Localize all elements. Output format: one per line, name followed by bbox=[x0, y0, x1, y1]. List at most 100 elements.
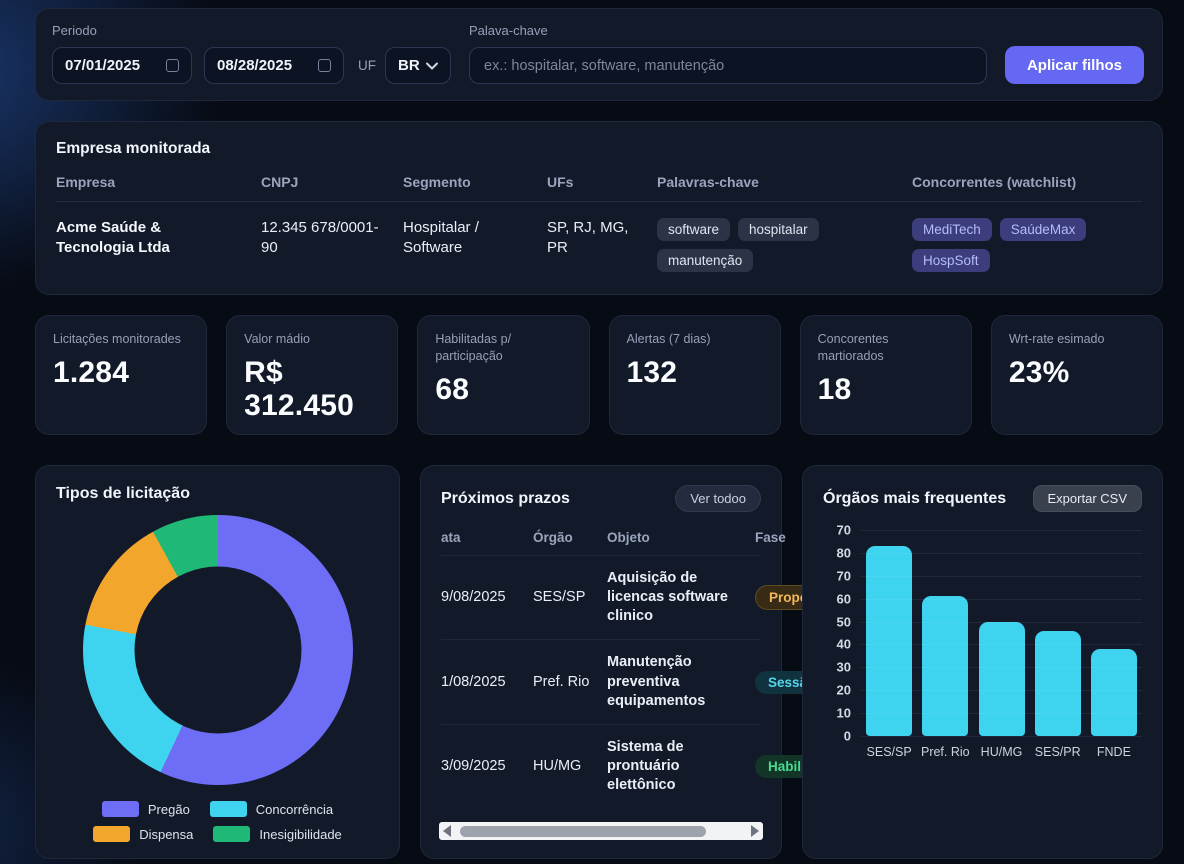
legend-label: Inesigibilidade bbox=[259, 827, 341, 842]
keyword-label: Palava-chave bbox=[469, 23, 987, 38]
bar bbox=[922, 596, 968, 736]
uf-label: UF bbox=[358, 58, 376, 73]
column-header-empresa: Empresa bbox=[56, 174, 261, 190]
calendar-icon[interactable] bbox=[318, 59, 331, 72]
gridline bbox=[861, 599, 1142, 600]
keyword-chip: manutenção bbox=[657, 249, 753, 272]
bar bbox=[866, 546, 912, 736]
uf-select[interactable]: BR bbox=[385, 47, 451, 84]
column-header-cnpj: CNPJ bbox=[261, 174, 403, 190]
x-tick-label: Pref. Rio bbox=[917, 745, 973, 759]
deadline-organ: HU/MG bbox=[533, 757, 601, 776]
table-row: 9/08/2025 SES/SP Aquisição de licencas sof… bbox=[441, 556, 761, 640]
bar bbox=[1091, 649, 1137, 736]
y-tick-label: 70 bbox=[837, 523, 851, 538]
column-header-palavras: Palavras-chave bbox=[657, 174, 912, 190]
deadline-object: Aquisição de licencas software clinico bbox=[607, 569, 749, 626]
competitor-chip: SaúdeMax bbox=[1000, 218, 1087, 241]
table-row: 1/08/2025 Pref. Rio Manutenção preventiva … bbox=[441, 640, 761, 724]
competitor-chip: MediTech bbox=[912, 218, 992, 241]
y-tick-label: 0 bbox=[844, 729, 851, 744]
column-header-concorrentes: Concorrentes (watchlist) bbox=[912, 174, 1142, 190]
kpi-value: 132 bbox=[627, 356, 763, 390]
deadline-object: Sistema de prontuário elettônico bbox=[607, 738, 749, 795]
legend-label: Concorrência bbox=[256, 802, 333, 817]
bar bbox=[1035, 631, 1081, 736]
view-all-button[interactable]: Ver todoo bbox=[675, 485, 761, 512]
company-table-row: Acme Saúde & Tecnologia Ltda 12.345 678/… bbox=[56, 202, 1142, 272]
competitor-chips: MediTechSaúdeMaxHospSoft bbox=[912, 218, 1142, 272]
deadline-date: 1/08/2025 bbox=[441, 673, 527, 692]
column-header-ufs: UFs bbox=[547, 174, 657, 190]
kpi-card: Habilitadas p/ participação68 bbox=[417, 315, 589, 435]
y-tick-label: 30 bbox=[837, 660, 851, 675]
deadlines-table-body: 9/08/2025 SES/SP Aquisição de licencas sof… bbox=[441, 556, 761, 808]
company-card: Empresa monitorada Empresa CNPJ Segmento… bbox=[35, 121, 1163, 295]
legend-swatch bbox=[102, 801, 139, 817]
keyword-input[interactable] bbox=[469, 47, 987, 84]
kpi-value: 23% bbox=[1009, 356, 1145, 390]
kpi-value: 1.284 bbox=[53, 356, 189, 390]
kpi-label: Wrt-rate esimado bbox=[1009, 331, 1145, 348]
deadline-date: 3/09/2025 bbox=[441, 757, 527, 776]
scrollbar-thumb[interactable] bbox=[460, 826, 706, 837]
scroll-left-arrow-icon[interactable] bbox=[443, 825, 451, 837]
deadlines-title: Próximos prazos bbox=[441, 490, 570, 508]
column-header-segmento: Segmento bbox=[403, 174, 547, 190]
bar-column bbox=[1086, 530, 1142, 736]
col-header-data: ata bbox=[441, 530, 527, 545]
legend-item: Pregão bbox=[102, 801, 190, 817]
keyword-chip: software bbox=[657, 218, 730, 241]
y-tick-label: 20 bbox=[837, 683, 851, 698]
bar-column bbox=[973, 530, 1029, 736]
bar-column bbox=[861, 530, 917, 736]
calendar-icon[interactable] bbox=[166, 59, 179, 72]
frequent-organs-title: Órgãos mais frequentes bbox=[823, 490, 1006, 508]
y-tick-label: 50 bbox=[837, 614, 851, 629]
gridline bbox=[861, 576, 1142, 577]
legend-item: Dispensa bbox=[93, 826, 193, 842]
period-label: Periodo bbox=[52, 23, 451, 38]
deadline-object: Manutenção preventiva equipamentos bbox=[607, 653, 749, 710]
gridline bbox=[861, 736, 1142, 737]
company-cnpj: 12.345 678/0001-90 bbox=[261, 218, 403, 272]
y-tick-label: 70 bbox=[837, 568, 851, 583]
tender-types-donut-chart bbox=[83, 515, 353, 785]
date-from-input[interactable]: 07/01/2025 bbox=[52, 47, 192, 84]
x-tick-label: FNDE bbox=[1086, 745, 1142, 759]
gridline bbox=[861, 667, 1142, 668]
deadlines-table: ata Órgão Objeto Fase 9/08/2025SES/SPAqu… bbox=[441, 524, 761, 808]
gridline bbox=[861, 713, 1142, 714]
gridline bbox=[861, 530, 1142, 531]
period-filter-group: Periodo 07/01/2025 08/28/2025 UF BR bbox=[52, 23, 451, 84]
legend-label: Dispensa bbox=[139, 827, 193, 842]
kpi-card: Valor mádioR$ 312.450 bbox=[226, 315, 398, 435]
kpi-card: Concorentes martiorados18 bbox=[800, 315, 972, 435]
gridline bbox=[861, 553, 1142, 554]
deadline-organ: Pref. Rio bbox=[533, 673, 601, 692]
gridline bbox=[861, 690, 1142, 691]
deadline-organ: SES/SP bbox=[533, 588, 601, 607]
uf-value: BR bbox=[398, 57, 420, 74]
y-tick-label: 40 bbox=[837, 637, 851, 652]
legend-swatch bbox=[213, 826, 250, 842]
kpi-card: Licitações monitorades1.284 bbox=[35, 315, 207, 435]
gridline bbox=[861, 622, 1142, 623]
deadline-date: 9/08/2025 bbox=[441, 588, 527, 607]
kpi-label: Alertas (7 dias) bbox=[627, 331, 763, 348]
date-to-input[interactable]: 08/28/2025 bbox=[204, 47, 344, 84]
export-csv-button[interactable]: Exportar CSV bbox=[1033, 485, 1142, 512]
legend-label: Pregão bbox=[148, 802, 190, 817]
company-segment: Hospitalar / Software bbox=[403, 218, 547, 272]
legend-swatch bbox=[93, 826, 130, 842]
scroll-right-arrow-icon[interactable] bbox=[751, 825, 759, 837]
kpi-value: R$ 312.450 bbox=[244, 356, 380, 423]
apply-filters-button[interactable]: Aplicar filhos bbox=[1005, 46, 1144, 84]
horizontal-scrollbar[interactable] bbox=[439, 822, 763, 840]
x-axis-labels: SES/SPPref. RioHU/MGSES/PRFNDE bbox=[861, 745, 1142, 759]
period-inputs-row: 07/01/2025 08/28/2025 UF BR bbox=[52, 47, 451, 84]
frequent-organs-bar-chart: 7080706050403020100 bbox=[823, 530, 1142, 736]
uf-filter: UF BR bbox=[358, 47, 451, 84]
company-table-header: Empresa CNPJ Segmento UFs Palavras-chave… bbox=[56, 174, 1142, 202]
x-tick-label: SES/PR bbox=[1030, 745, 1086, 759]
